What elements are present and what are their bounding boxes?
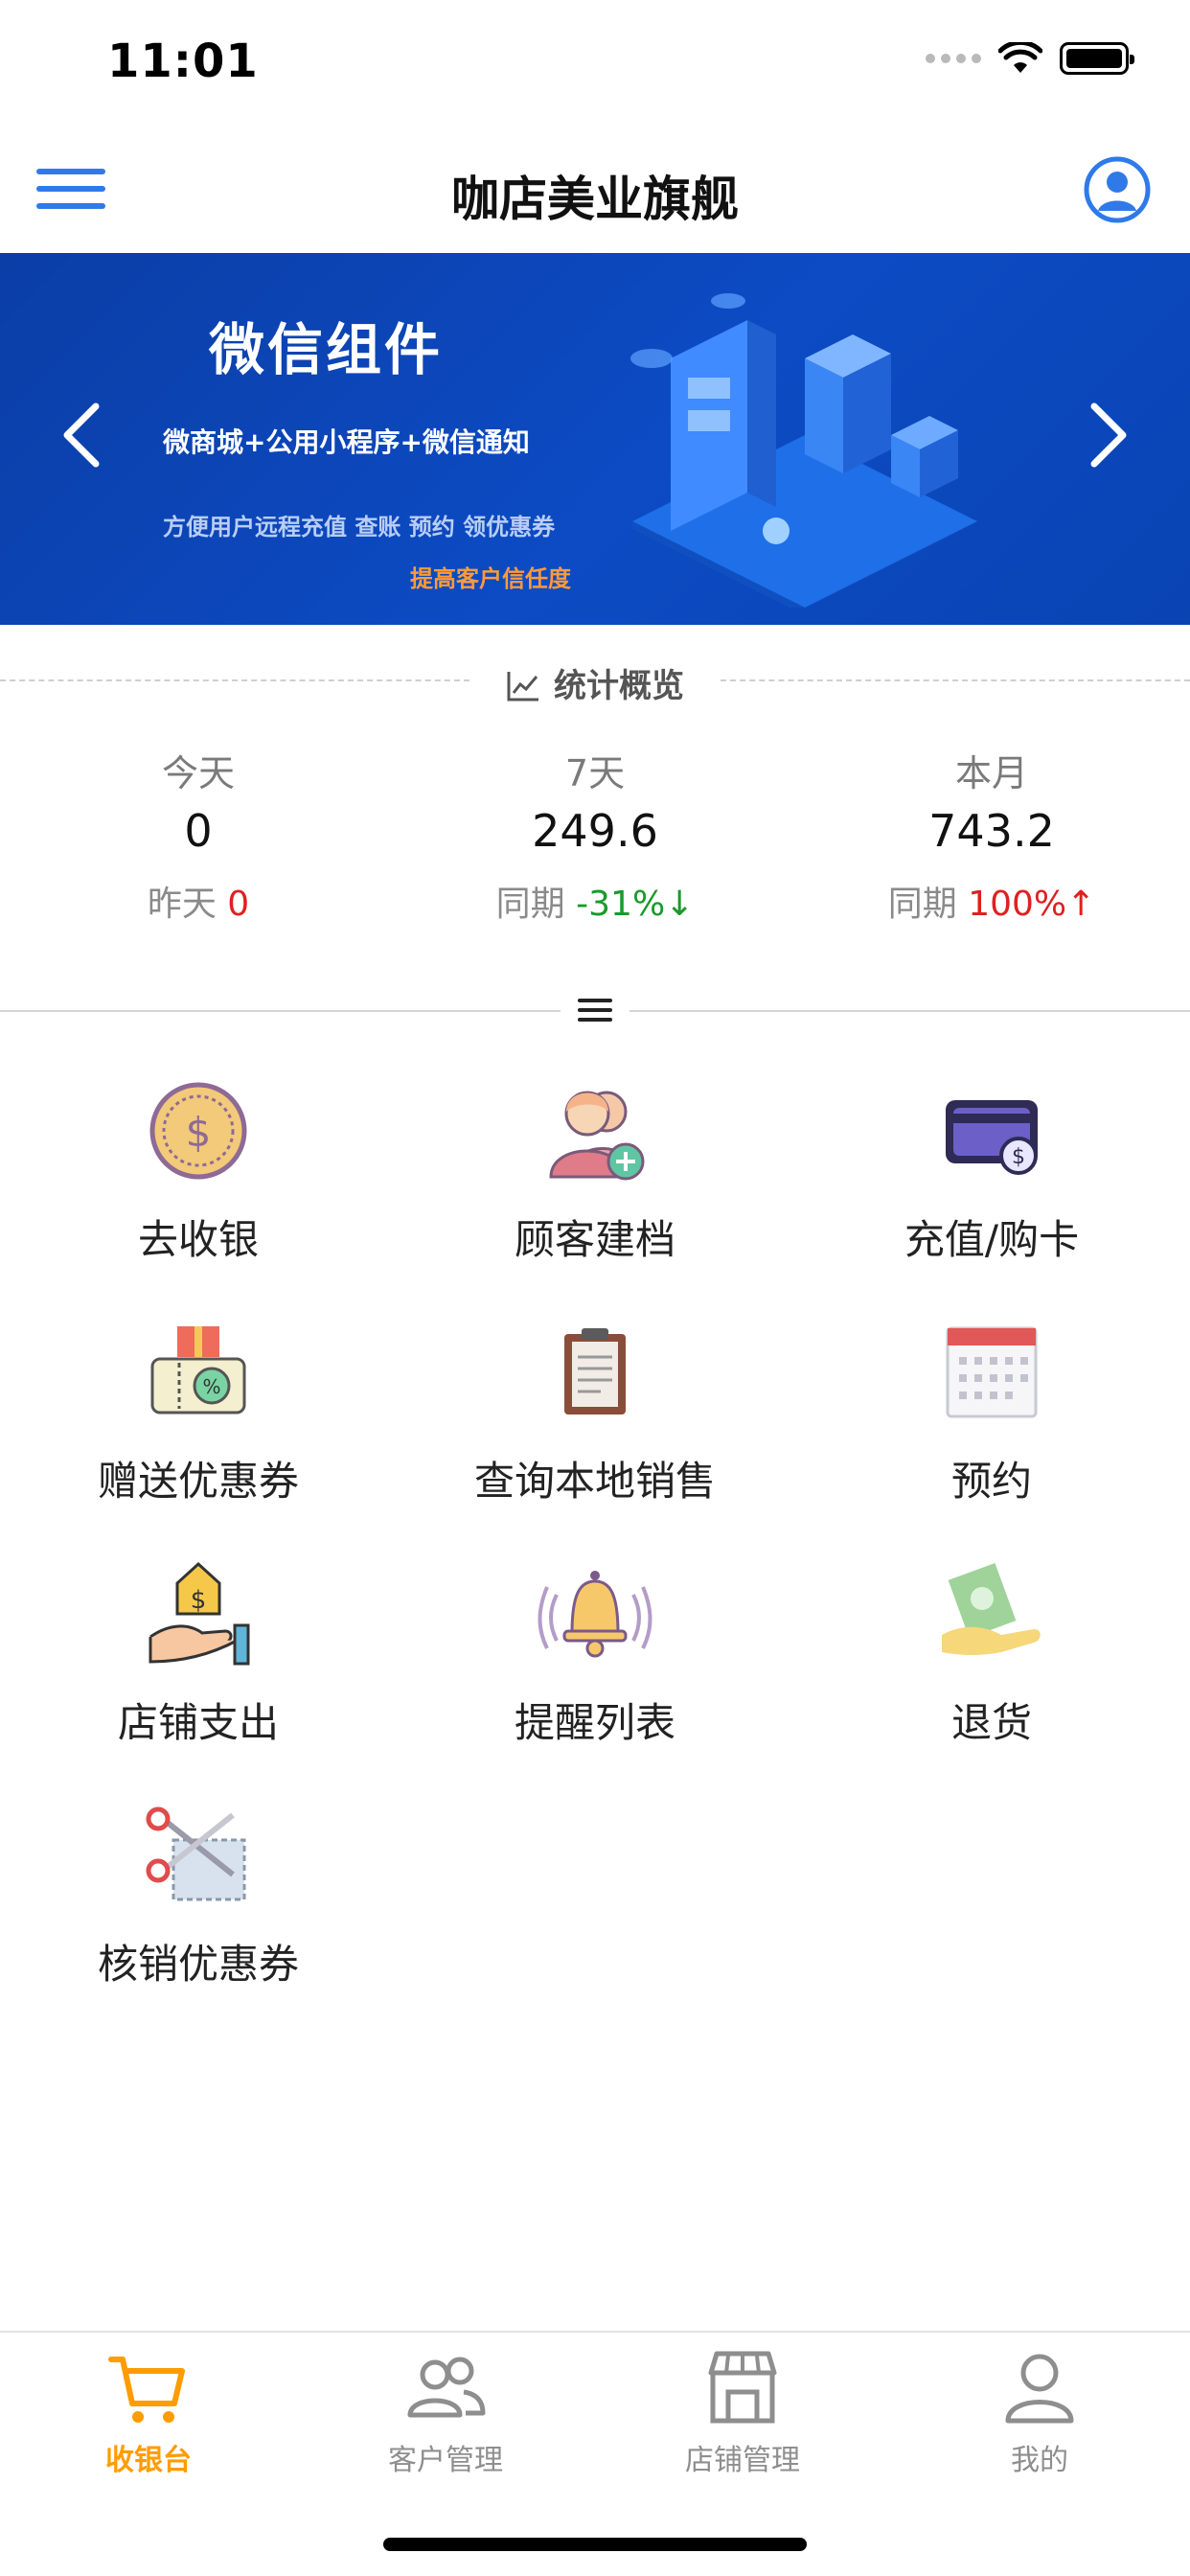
svg-text:$: $ (191, 1586, 207, 1615)
users-icon (407, 2357, 486, 2418)
banner-subtitle: 微商城+公用小程序+微信通知 (163, 426, 530, 458)
stat-compare: 昨天 0 (0, 876, 397, 926)
grid-item-return[interactable]: 退货 (793, 1556, 1190, 1798)
grid-item-local-sales[interactable]: 查询本地销售 (397, 1315, 793, 1556)
tab-label: 我的 (1011, 2444, 1068, 2477)
stat-value: 0 (184, 805, 213, 857)
tab-label: 客户管理 (388, 2444, 503, 2477)
stat-compare-value: -31%↓ (576, 885, 695, 924)
grid-item-store-expense[interactable]: $ 店铺支出 (0, 1556, 397, 1798)
coin-icon: $ (149, 1082, 247, 1180)
calendar-icon (946, 1326, 1038, 1418)
card-icon: $ (946, 1100, 1038, 1175)
line-chart-icon (507, 672, 538, 702)
stat-value: 743.2 (928, 805, 1055, 857)
grid-item-label: 预约 (950, 1458, 1032, 1505)
page-title: 咖店美业旗舰 (451, 172, 739, 227)
stats-title-label: 统计概览 (554, 667, 684, 705)
banner-description: 方便用户远程充值 查账 预约 领优惠券 (163, 514, 556, 540)
stats-title: 统计概览 (0, 659, 1190, 706)
add-customer-icon (549, 1091, 645, 1181)
tab-label: 店铺管理 (685, 2444, 800, 2477)
status-time: 11:01 (107, 34, 259, 88)
grid-item-redeem-coupon[interactable]: 核销优惠券 (0, 1798, 397, 2039)
grid-item-recharge[interactable]: $ 充值/购卡 (793, 1073, 1190, 1315)
tab-checkout[interactable]: 收银台 (0, 2344, 297, 2478)
stat-7days: 7天 249.6 同期 -31%↓ (397, 744, 793, 926)
stat-label: 本月 (954, 752, 1028, 794)
stat-compare-value: 0 (227, 885, 250, 924)
svg-text:$: $ (186, 1109, 212, 1156)
grid-item-gift-coupon[interactable]: % 赠送优惠券 (0, 1315, 397, 1556)
nav-bar: 咖店美业旗舰 (0, 126, 1190, 253)
tab-me[interactable]: 我的 (891, 2344, 1188, 2478)
cart-icon (108, 2357, 185, 2423)
stats-summary: 今天 0 昨天 0 7天 249.6 同期 -31%↓ 本月 743.2 同期 … (0, 744, 1190, 926)
status-bar: 11:01 (0, 0, 1190, 126)
wifi-icon (998, 42, 1042, 73)
grid-item-add-customer[interactable]: 顾客建档 (397, 1073, 793, 1315)
grid-item-appointment[interactable]: 预约 (793, 1315, 1190, 1556)
stat-compare: 同期 -31%↓ (397, 876, 793, 926)
svg-text:%: % (202, 1375, 220, 1398)
banner-next-icon[interactable] (1079, 397, 1136, 473)
tab-store[interactable]: 店铺管理 (594, 2344, 891, 2478)
stat-compare: 同期 100%↑ (793, 876, 1190, 926)
hand-cash-icon (942, 1563, 1041, 1655)
tab-customers[interactable]: 客户管理 (297, 2344, 594, 2478)
tab-label: 收银台 (105, 2444, 192, 2477)
hand-money-icon: $ (149, 1561, 250, 1666)
clipboard-icon (564, 1328, 626, 1414)
grid-item-checkout[interactable]: $ 去收银 (0, 1073, 397, 1315)
stat-compare-label: 同期 (495, 885, 565, 924)
status-icons (926, 42, 1134, 75)
grid-item-label: 查询本地销售 (473, 1458, 716, 1505)
gift-coupon-icon: % (150, 1326, 246, 1414)
stat-month: 本月 743.2 同期 100%↑ (793, 744, 1190, 926)
hamburger-icon[interactable] (561, 985, 629, 1035)
home-indicator (383, 2538, 807, 2551)
stat-value: 249.6 (532, 805, 658, 857)
grid-item-label: 退货 (950, 1699, 1032, 1746)
grid-item-label: 顾客建档 (514, 1216, 675, 1263)
stat-label: 7天 (564, 752, 626, 794)
isometric-city-illustration (630, 293, 977, 608)
battery-icon (1060, 42, 1134, 75)
grid-item-label: 去收银 (137, 1216, 259, 1263)
signal-icon (926, 54, 981, 63)
profile-icon[interactable] (1083, 155, 1152, 224)
grid-item-label: 提醒列表 (514, 1699, 675, 1746)
store-icon (708, 2351, 777, 2424)
svg-text:$: $ (1012, 1145, 1025, 1169)
stat-compare-label: 同期 (887, 885, 957, 924)
banner-title: 微信组件 (209, 317, 444, 382)
bell-icon (538, 1571, 652, 1658)
stat-label: 今天 (161, 752, 235, 794)
stat-today: 今天 0 昨天 0 (0, 744, 397, 926)
stat-compare-label: 昨天 (147, 885, 217, 924)
banner-cta: 提高客户信任度 (410, 565, 571, 592)
banner-prev-icon[interactable] (54, 397, 111, 473)
person-icon (1005, 2354, 1074, 2424)
promo-banner[interactable]: 微信组件 微商城+公用小程序+微信通知 方便用户远程充值 查账 预约 领优惠券 … (0, 253, 1190, 625)
grid-item-label: 店铺支出 (117, 1699, 279, 1746)
stats-header: 统计概览 (0, 652, 1190, 709)
grid-item-label: 赠送优惠券 (97, 1458, 299, 1505)
grid-item-reminder-list[interactable]: 提醒列表 (397, 1556, 793, 1798)
grid-item-label: 核销优惠券 (97, 1941, 299, 1988)
stat-compare-value: 100%↑ (968, 885, 1096, 924)
grid-item-label: 充值/购卡 (904, 1216, 1080, 1263)
scissors-icon (146, 1806, 246, 1901)
